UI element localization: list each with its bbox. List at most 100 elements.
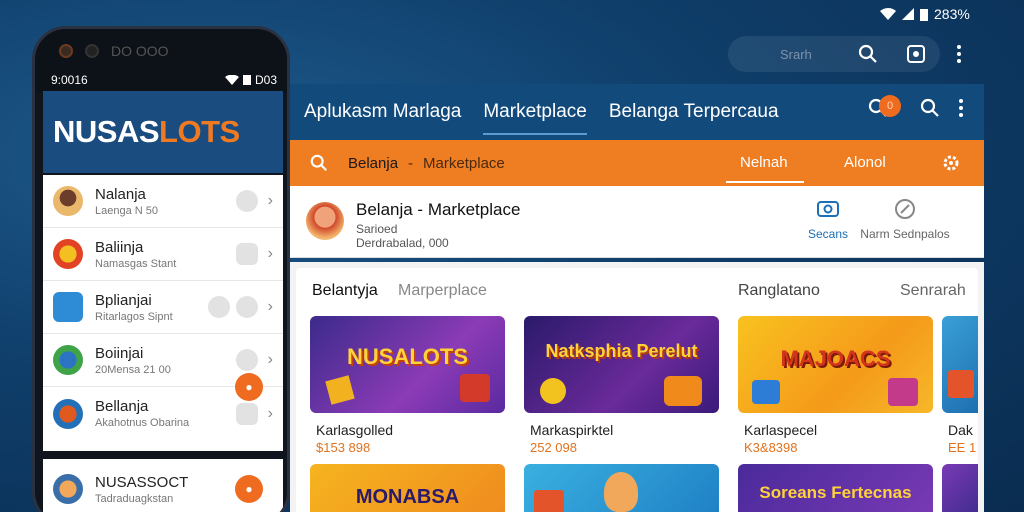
product-tile[interactable]: MAJOACS [738, 316, 933, 413]
message-icon[interactable] [235, 349, 258, 371]
list-item-sub: Namasgas Stant [95, 257, 177, 270]
narm-button[interactable]: Narm Sednpalos [850, 198, 960, 241]
message-icon[interactable] [235, 243, 258, 265]
avatar [53, 474, 83, 504]
tab-marketplace[interactable]: Marketplace [483, 95, 587, 135]
background-search-icon[interactable] [858, 44, 878, 64]
notification-search-icon[interactable]: 0 [868, 95, 901, 118]
battery-text: 283% [934, 6, 970, 22]
gift-icon [534, 490, 564, 512]
avatar [53, 345, 83, 375]
signal-icon [902, 8, 914, 20]
chevron-right-icon: › [267, 298, 273, 315]
tab-marperplace[interactable]: Marperplace [398, 282, 487, 300]
product-tile[interactable]: Natksphia Perelut [524, 316, 719, 413]
chat-bubble-icon[interactable] [235, 296, 258, 318]
shopping-bag-icon [664, 376, 702, 406]
wifi-icon [880, 8, 896, 20]
product-tile[interactable]: NUSALOTS [310, 316, 505, 413]
sensor-icon [85, 44, 99, 58]
list-item-name: Bellanja [95, 398, 149, 415]
list-item-sub: Laenga N 50 [95, 204, 158, 217]
list-item[interactable]: Nalanja Laenga N 50 › [43, 175, 283, 228]
more-icon[interactable] [958, 98, 964, 118]
background-more-icon[interactable] [956, 44, 962, 64]
tab-belantyja[interactable]: Belantyja [312, 282, 378, 300]
chevron-right-icon: › [267, 404, 273, 422]
avatar [53, 186, 83, 216]
product-tile[interactable]: Soreans Fertecnas [738, 464, 933, 512]
tile-price: EE 1 [948, 440, 977, 455]
list-item-name: Bplianjai [95, 291, 152, 309]
camera-icon [816, 198, 840, 218]
coin-icon [540, 378, 566, 404]
tab-underline [726, 181, 804, 183]
character-icon [604, 472, 638, 512]
chevron-right-icon: › [267, 351, 273, 368]
calculator-icon [53, 292, 83, 322]
phone-time: 9:0016 [51, 73, 88, 87]
search-bar[interactable]: Belanja - Marketplace Nelnah Alonol [290, 140, 984, 186]
list-item[interactable]: Bplianjai Ritarlagos Sipnt › [43, 281, 283, 334]
list-item-name: Boiinjai [95, 344, 144, 362]
chevron-right-icon: › [267, 245, 273, 262]
search-icon[interactable] [920, 98, 940, 118]
phone-featured-card[interactable]: NUSASSOCT Tadraduagkstan ● [43, 459, 283, 512]
tile-price: $153 898 [316, 440, 371, 455]
phone-app-header: NUSAS LOTS [43, 91, 283, 173]
content-area: Belantyja Marperplace Ranglatano Senrara… [290, 262, 984, 512]
product-tile[interactable]: MONABSA [310, 464, 505, 512]
audio-icon[interactable] [207, 296, 230, 318]
floating-action-icon[interactable]: ● [235, 475, 263, 503]
list-item-sub: Ritarlagos Sipnt [95, 310, 173, 323]
avatar [53, 398, 83, 429]
battery-icon [920, 8, 928, 21]
list-item-sub: Akahotnus Obarina [95, 417, 190, 429]
seller-sub1: Sarioed [356, 222, 398, 236]
tile-name: Karlasgolled [316, 422, 394, 438]
message-icon[interactable] [235, 402, 258, 425]
tab-aplikasi[interactable]: Aplukasm Marlaga [304, 95, 461, 129]
chat-bubble-icon[interactable] [235, 190, 258, 212]
tab-senrarah[interactable]: Senrarah [900, 282, 966, 300]
search-label: Belanja [348, 154, 399, 172]
floating-action-icon[interactable]: ● [235, 373, 263, 401]
seller-title: Belanja - Marketplace [356, 200, 521, 219]
phone-chat-list: Nalanja Laenga N 50 › Baliinja Namasgas St… [43, 175, 283, 451]
background-camera-icon[interactable] [906, 44, 926, 64]
tile-price: K3&8398 [744, 440, 798, 455]
list-item[interactable]: Bellanja Akahotnus Obarina › ● [43, 373, 283, 440]
device-status-bar: 283% [880, 6, 970, 22]
search-separator: - [408, 154, 414, 172]
tile-name: Markaspirktel [530, 422, 614, 438]
tab-belanja[interactable]: Belanga Terpercaua [609, 95, 779, 129]
product-tile[interactable] [942, 316, 978, 413]
tab-alonol[interactable]: Alonol [844, 154, 886, 171]
settings-icon[interactable] [942, 154, 960, 172]
app-header-icons: 0 [868, 95, 964, 118]
phone-wifi-icon [224, 75, 239, 85]
seller-card[interactable]: Belanja - Marketplace Sarioed Derdrabala… [290, 186, 984, 258]
tile-name: Dak [948, 422, 973, 438]
tile-price: 252 098 [530, 440, 577, 455]
logo-text-part2: LOTS [159, 114, 240, 149]
seller-sub2: Derdrabalad, 000 [356, 236, 449, 250]
search-sub: Marketplace [423, 154, 505, 172]
tab-nelnah[interactable]: Nelnah [740, 154, 788, 171]
list-item-name: Baliinja [95, 238, 144, 256]
list-item[interactable]: Baliinja Namasgas Stant › [43, 228, 283, 281]
tile-name: Karlaspecel [744, 422, 818, 438]
tile-art-text: NUSALOTS [347, 344, 468, 369]
phone-top-label: DO OOO [111, 43, 169, 59]
compass-icon [894, 198, 916, 220]
gift-icon [948, 370, 974, 398]
product-tile[interactable] [942, 464, 978, 512]
phone-status-right: D03 [254, 73, 277, 87]
phone-battery-icon [242, 75, 251, 85]
gift-icon [460, 374, 490, 402]
marketplace-app: Aplukasm Marlaga Marketplace Belanga Ter… [290, 84, 984, 512]
seller-avatar [306, 202, 344, 240]
list-item-name: Nalanja [95, 185, 146, 203]
product-tile[interactable] [524, 464, 719, 512]
tab-ranglatano[interactable]: Ranglatano [738, 282, 820, 300]
